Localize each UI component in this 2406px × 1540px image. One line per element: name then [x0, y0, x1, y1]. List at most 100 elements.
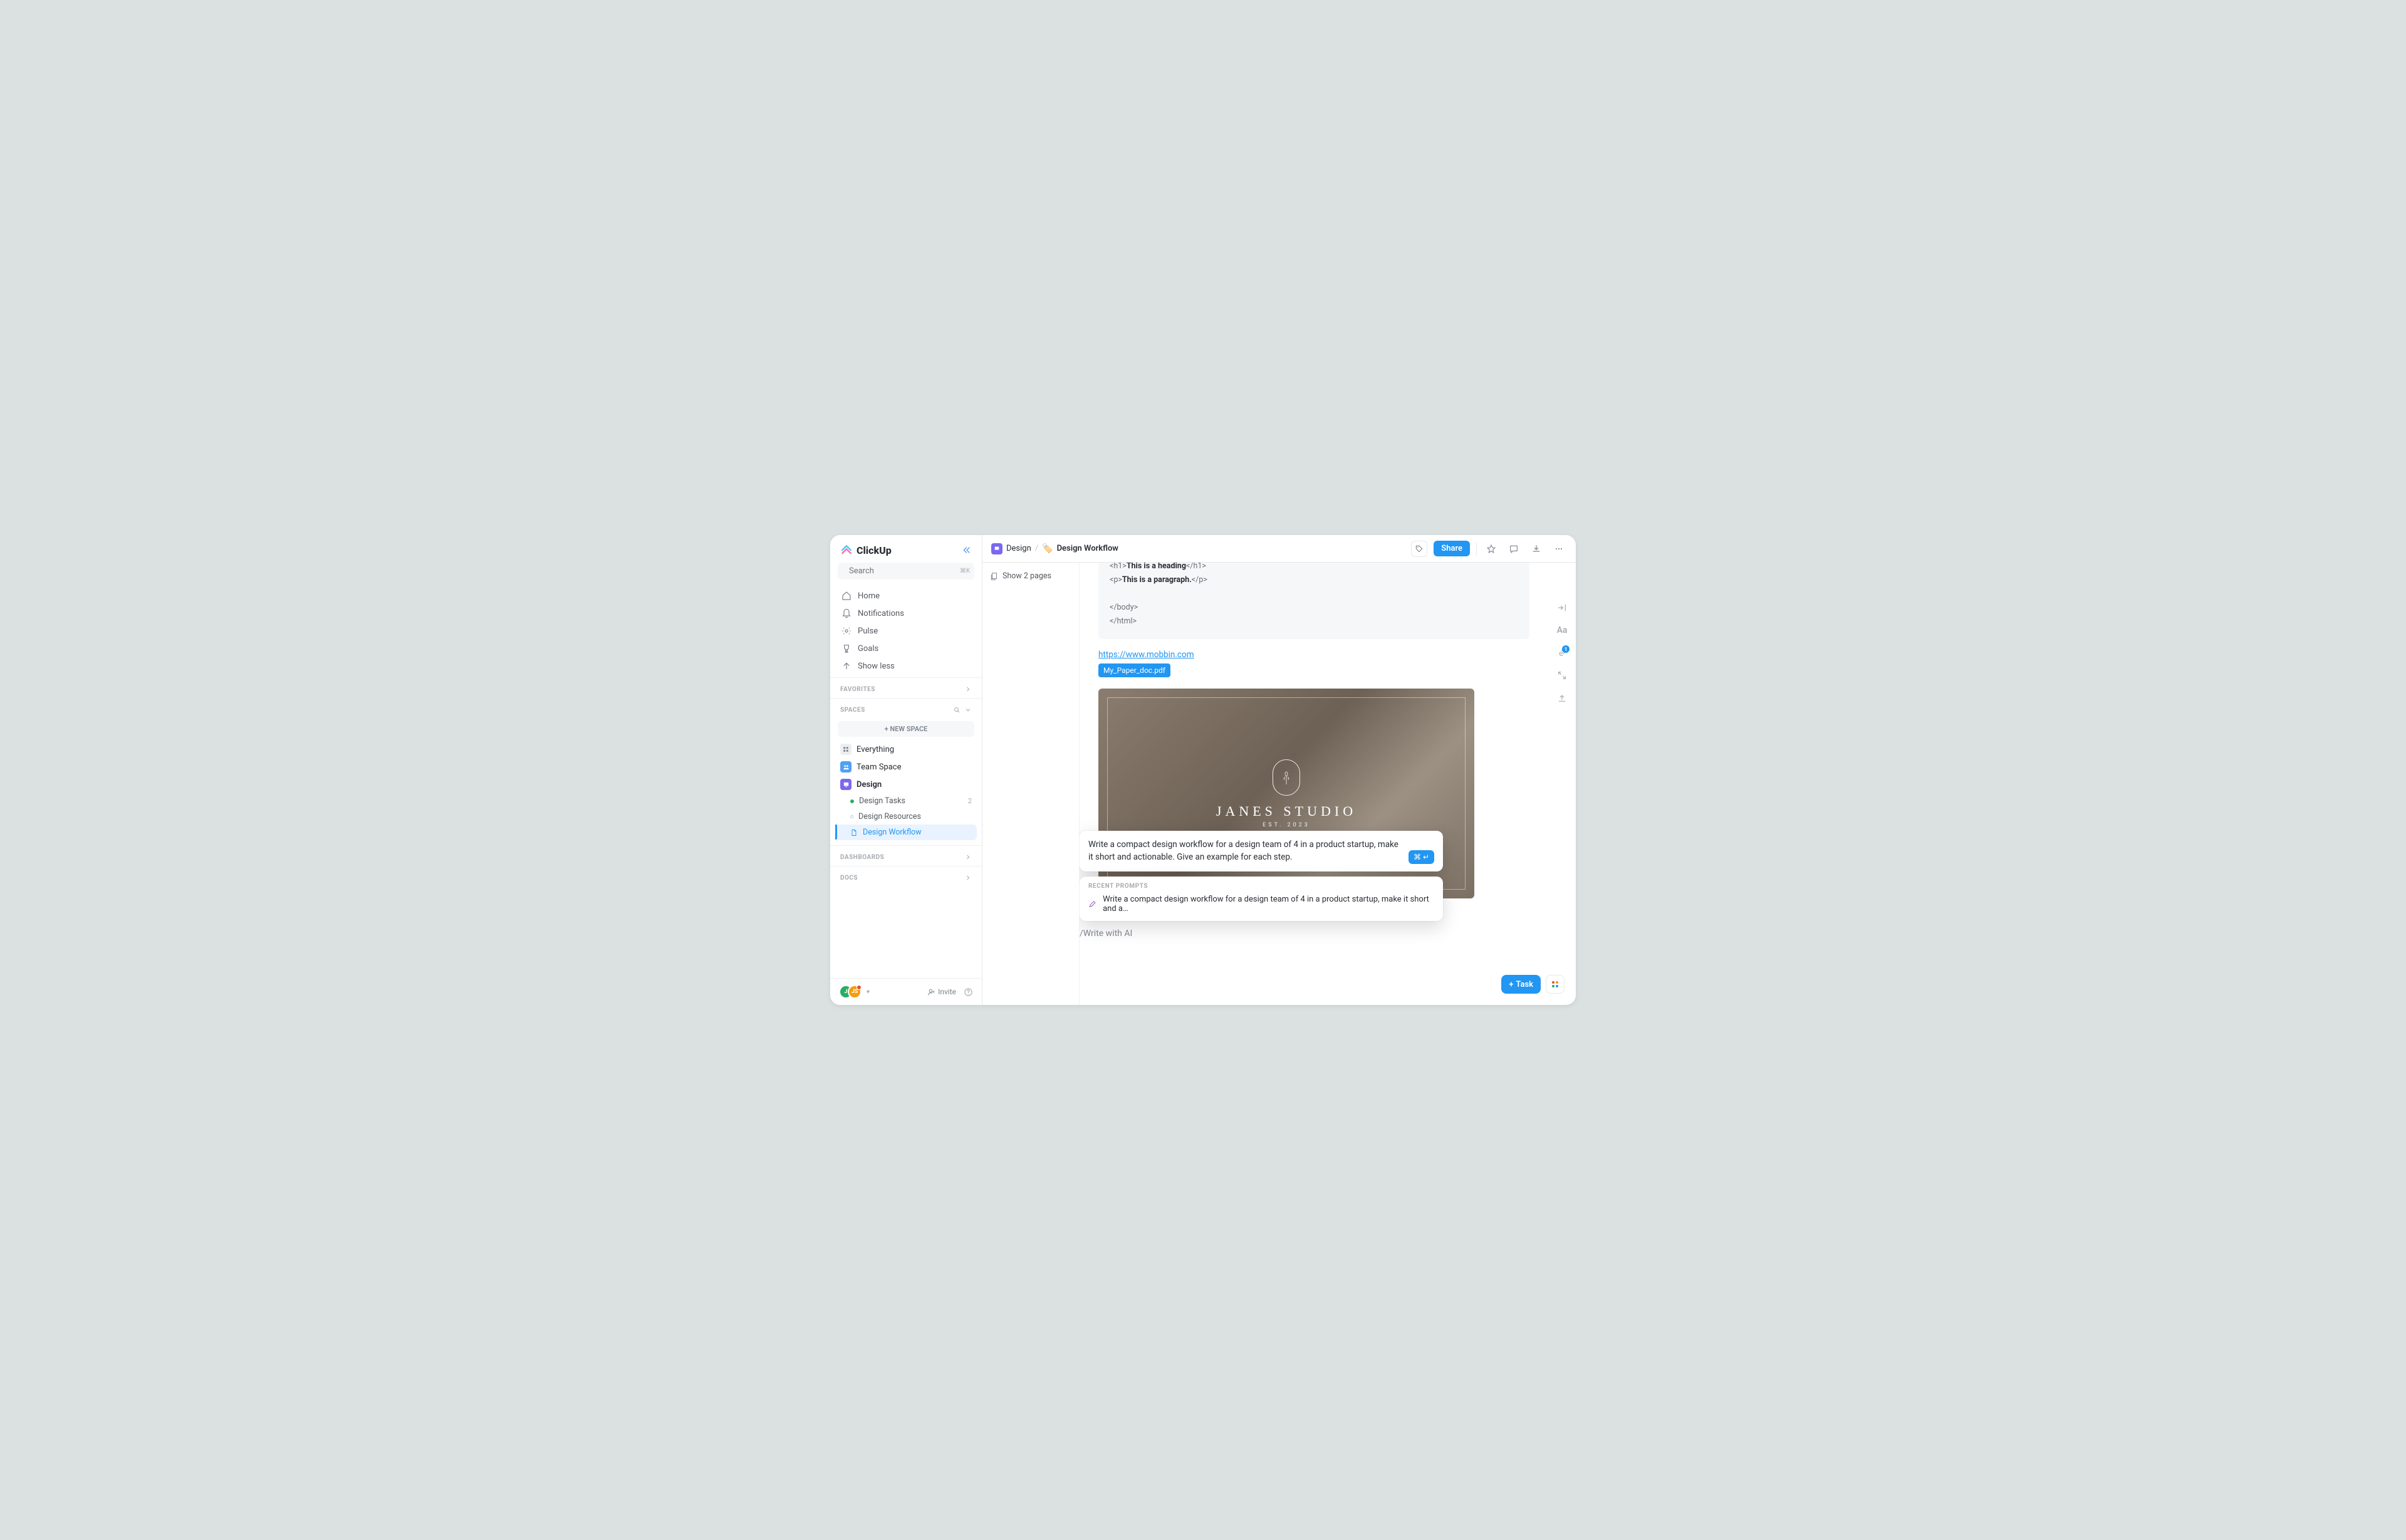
subitem-design-workflow[interactable]: Design Workflow	[835, 825, 977, 840]
share-button[interactable]: Share	[1434, 541, 1470, 556]
breadcrumb-space[interactable]: Design	[1006, 544, 1031, 553]
section-favorites[interactable]: FAVORITES	[830, 677, 982, 698]
external-link[interactable]: https://www.mobbin.com	[1098, 650, 1194, 660]
team-icon	[840, 761, 851, 773]
tag-button[interactable]	[1411, 541, 1427, 557]
nav-notifications-label: Notifications	[858, 609, 904, 618]
document-body[interactable]: <h1>This is a heading</h1> <p>This is a …	[1080, 563, 1548, 1005]
download-button[interactable]	[1528, 541, 1544, 557]
space-team[interactable]: Team Space	[835, 758, 977, 776]
topbar-actions: Share	[1411, 541, 1567, 557]
space-design[interactable]: Design	[835, 776, 977, 793]
topbar: Design / 🏷️ Design Workflow Share	[982, 535, 1576, 563]
clickup-logo-icon	[840, 544, 853, 556]
pen-icon	[1088, 900, 1096, 908]
avatar: JS	[848, 985, 862, 999]
design-resources-label: Design Resources	[858, 812, 921, 821]
rail-export-button[interactable]	[1557, 693, 1567, 703]
avatar-stack[interactable]: J JS	[839, 985, 862, 999]
chevron-right-icon	[964, 874, 972, 882]
star-icon	[1486, 544, 1496, 554]
app-grid-icon	[1552, 981, 1558, 987]
new-task-button[interactable]: + Task	[1501, 975, 1541, 994]
ai-popup: Write a compact design workflow for a de…	[1080, 831, 1443, 939]
sidebar: ClickUp ⌘K Home Notifications Pulse	[830, 535, 982, 1005]
section-spaces[interactable]: SPACES	[830, 698, 982, 719]
ai-recent-item[interactable]: Write a compact design workflow for a de…	[1088, 895, 1434, 913]
ai-prompt-text[interactable]: Write a compact design workflow for a de…	[1088, 838, 1402, 864]
design-tasks-label: Design Tasks	[859, 796, 905, 806]
bell-icon	[841, 608, 851, 618]
space-everything[interactable]: Everything	[835, 741, 977, 758]
collapse-sidebar-button[interactable]	[962, 545, 972, 555]
chevron-double-left-icon	[962, 545, 972, 555]
nav-goals[interactable]: Goals	[835, 640, 977, 657]
search-bar[interactable]: ⌘K	[838, 563, 974, 580]
right-rail: Aa 1	[1548, 563, 1576, 1005]
show-pages-button[interactable]: Show 2 pages	[990, 571, 1071, 581]
nav-show-less[interactable]: Show less	[835, 657, 977, 675]
more-button[interactable]	[1551, 541, 1567, 557]
help-button[interactable]	[964, 987, 973, 997]
logo[interactable]: ClickUp	[840, 544, 892, 556]
image-title: JANES STUDIO	[1216, 803, 1357, 819]
main: Design / 🏷️ Design Workflow Share	[982, 535, 1576, 1005]
doc-emoji-icon: 🏷️	[1042, 544, 1053, 554]
ai-prompt-input-card[interactable]: Write a compact design workflow for a de…	[1080, 831, 1443, 871]
subitem-design-tasks[interactable]: Design Tasks 2	[835, 793, 977, 809]
slash-command-text[interactable]: /Write with AI	[1080, 929, 1443, 939]
file-attachment-chip[interactable]: My_Paper_doc.pdf	[1098, 663, 1170, 677]
doc-icon	[850, 829, 858, 836]
new-space-label: + NEW SPACE	[885, 725, 928, 733]
plus-icon: +	[1509, 980, 1513, 989]
search-input[interactable]	[849, 566, 953, 576]
section-dashboards[interactable]: DASHBOARDS	[830, 845, 982, 866]
subitem-design-resources[interactable]: Design Resources	[835, 809, 977, 825]
chevron-down-icon[interactable]	[964, 706, 972, 714]
new-space-button[interactable]: + NEW SPACE	[838, 721, 974, 737]
task-fab-group: + Task	[1501, 975, 1565, 994]
section-spaces-label: SPACES	[840, 707, 865, 714]
active-indicator	[835, 825, 837, 840]
nav-show-less-label: Show less	[858, 662, 895, 671]
task-label: Task	[1516, 980, 1533, 989]
nav-pulse[interactable]: Pulse	[835, 622, 977, 640]
indent-icon	[1557, 603, 1567, 613]
download-icon	[1531, 544, 1541, 554]
expand-icon	[1557, 670, 1567, 680]
comment-button[interactable]	[1506, 541, 1522, 557]
section-docs-label: DOCS	[840, 875, 858, 882]
breadcrumb-doc[interactable]: Design Workflow	[1057, 544, 1118, 553]
app-center-button[interactable]	[1546, 975, 1565, 994]
image-subtitle: EST. 2023	[1263, 822, 1310, 828]
space-everything-label: Everything	[857, 745, 894, 754]
favorite-button[interactable]	[1483, 541, 1499, 557]
nav-notifications[interactable]: Notifications	[835, 605, 977, 622]
image-logo-icon	[1273, 759, 1300, 796]
rail-indent-button[interactable]	[1557, 603, 1567, 613]
nav-home[interactable]: Home	[835, 587, 977, 605]
trophy-icon	[841, 643, 851, 653]
rail-typography-button[interactable]: Aa	[1557, 625, 1568, 635]
section-docs[interactable]: DOCS	[830, 866, 982, 887]
search-shortcut: ⌘K	[958, 567, 972, 575]
nav-goals-label: Goals	[858, 644, 878, 653]
search-small-icon[interactable]	[953, 706, 961, 714]
ai-recent-head: RECENT PROMPTS	[1088, 883, 1434, 890]
comment-icon	[1509, 544, 1519, 554]
nav-home-label: Home	[858, 591, 880, 601]
space-list: Everything Team Space Design Design Task…	[830, 741, 982, 845]
sidebar-footer: J JS ▾ Invite	[830, 978, 982, 1005]
help-icon	[964, 987, 973, 997]
design-tasks-count: 2	[968, 797, 972, 805]
space-badge-icon[interactable]	[991, 543, 1002, 554]
primary-nav: Home Notifications Pulse Goals Show less	[830, 585, 982, 677]
rail-expand-button[interactable]	[1557, 670, 1567, 680]
code-block[interactable]: <h1>This is a heading</h1> <p>This is a …	[1098, 563, 1529, 639]
home-icon	[841, 591, 851, 601]
ai-submit-button[interactable]: ⌘ ↵	[1409, 850, 1434, 864]
link-block: https://www.mobbin.com	[1098, 648, 1529, 660]
workspace-menu-caret-icon[interactable]: ▾	[867, 989, 870, 996]
rail-link-button[interactable]: 1	[1557, 648, 1567, 658]
invite-button[interactable]: Invite	[924, 986, 960, 998]
